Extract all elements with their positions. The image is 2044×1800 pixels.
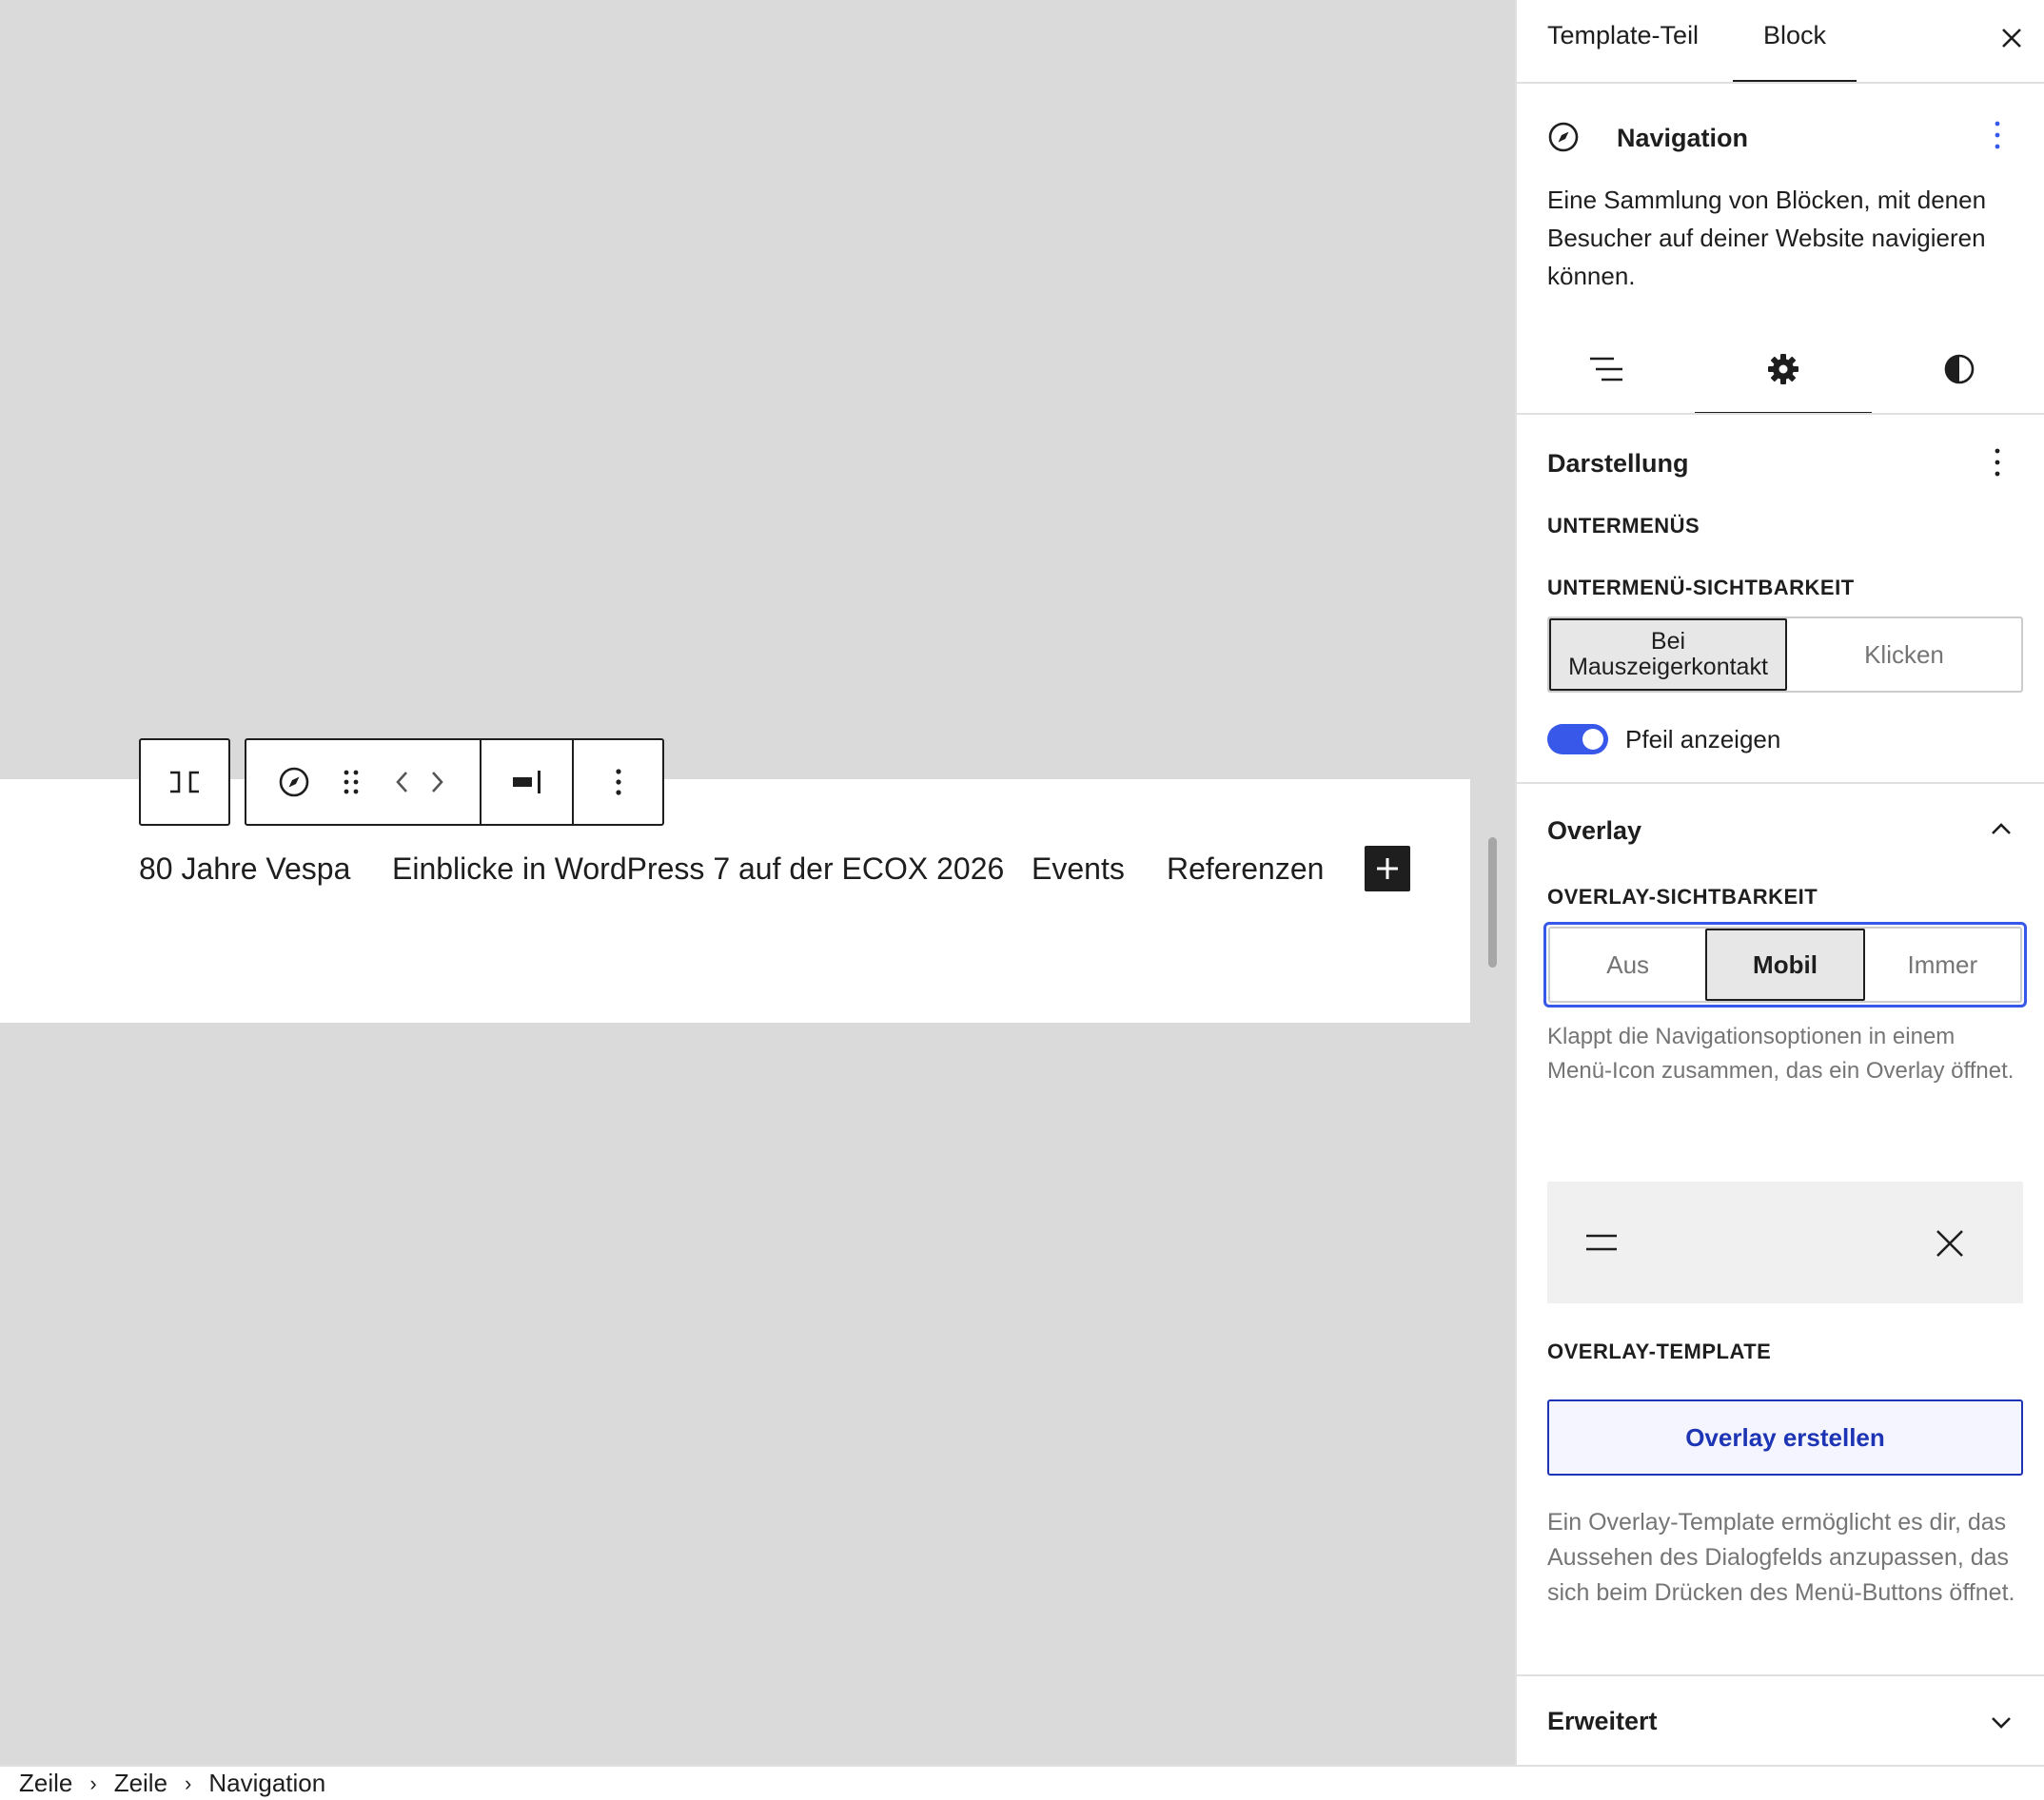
editor-canvas: 80 Jahre Vespa Einblicke in WordPress 7 … xyxy=(0,0,1515,1765)
divider xyxy=(1517,1674,2044,1676)
tab-block[interactable]: Block xyxy=(1763,21,1826,50)
tab-list-view[interactable] xyxy=(1517,325,1695,413)
plus-icon xyxy=(1377,858,1398,879)
drag-handle[interactable] xyxy=(342,740,361,824)
nav-link-80-jahre-vespa[interactable]: 80 Jahre Vespa xyxy=(139,850,350,888)
submenu-visibility-control: Bei Mauszeigerkontakt Klicken xyxy=(1547,616,2023,693)
menu-open-icon xyxy=(1586,1234,1617,1251)
overlay-collapse-button[interactable] xyxy=(1987,814,2015,843)
chevron-right-icon: › xyxy=(89,1771,97,1795)
nav-link-events[interactable]: Events xyxy=(1032,850,1125,888)
overlay-visibility-control: Aus Mobil Immer xyxy=(1548,927,2022,1003)
darstellung-options-button[interactable] xyxy=(1983,443,2012,481)
justify-button[interactable] xyxy=(479,740,573,824)
block-toolbar-parent xyxy=(139,738,230,826)
divider xyxy=(1517,782,2044,784)
chevron-right-icon: › xyxy=(185,1771,192,1795)
overlay-visibility-heading: OVERLAY-SICHTBARKEIT xyxy=(1547,885,1818,909)
settings-sidebar: Template-Teil Block Navigation Eine Samm… xyxy=(1515,0,2044,1765)
block-type-button[interactable] xyxy=(246,740,342,824)
navigation-compass-icon xyxy=(279,767,309,797)
block-card-options-button[interactable] xyxy=(1983,118,2012,152)
more-options-button[interactable] xyxy=(572,740,662,824)
overlay-option-mobile[interactable]: Mobil xyxy=(1705,929,1865,1001)
toggle-knob xyxy=(1582,729,1603,750)
darstellung-title: Darstellung xyxy=(1547,449,1689,478)
justify-icon xyxy=(512,771,540,793)
overlay-preview xyxy=(1547,1182,2023,1303)
select-parent-button[interactable] xyxy=(141,740,228,824)
untermenus-heading: UNTERMENÜS xyxy=(1547,514,1700,538)
breadcrumb-item[interactable]: Zeile xyxy=(114,1769,167,1798)
overlay-option-always[interactable]: Immer xyxy=(1865,929,2020,1001)
breadcrumb-item-current: Navigation xyxy=(208,1769,326,1797)
overlay-option-off[interactable]: Aus xyxy=(1550,929,1705,1001)
overlay-panel-title[interactable]: Overlay xyxy=(1547,816,1641,846)
chevron-down-icon xyxy=(1992,1717,2011,1729)
nav-link-referenzen[interactable]: Referenzen xyxy=(1167,850,1324,888)
parent-block-icon xyxy=(170,771,199,793)
move-buttons[interactable] xyxy=(361,740,480,824)
block-breadcrumb: Zeile › Zeile › Navigation xyxy=(0,1765,2044,1800)
block-toolbar xyxy=(245,738,664,826)
overlay-template-help: Ein Overlay-Template ermöglicht es dir, … xyxy=(1547,1509,2015,1606)
close-sidebar-button[interactable] xyxy=(1995,21,2029,55)
tab-settings[interactable] xyxy=(1695,325,1872,413)
styles-contrast-icon xyxy=(1944,354,1974,384)
nav-link-einblicke[interactable]: Einblicke in WordPress 7 auf der ECOX 20… xyxy=(392,850,1004,888)
add-block-button[interactable] xyxy=(1365,846,1410,891)
submenu-option-hover[interactable]: Bei Mauszeigerkontakt xyxy=(1549,618,1787,691)
move-arrows-icon xyxy=(396,772,443,792)
show-arrow-toggle[interactable] xyxy=(1547,724,1608,754)
tab-styles[interactable] xyxy=(1872,325,2044,413)
advanced-panel-title[interactable]: Erweitert xyxy=(1547,1707,1658,1736)
divider xyxy=(1517,413,2044,415)
block-title: Navigation xyxy=(1617,124,1749,152)
more-options-icon xyxy=(1995,121,2000,149)
more-options-icon xyxy=(1995,448,2000,477)
tab-template-part[interactable]: Template-Teil xyxy=(1547,21,1699,50)
list-view-icon xyxy=(1589,357,1622,382)
gear-icon xyxy=(1768,354,1798,384)
canvas-scrollbar[interactable] xyxy=(1488,837,1497,968)
show-arrow-label: Pfeil anzeigen xyxy=(1625,725,1781,753)
block-description: Eine Sammlung von Blöcken, mit denen Bes… xyxy=(1547,186,1987,290)
more-options-icon xyxy=(616,769,621,795)
create-overlay-button[interactable]: Overlay erstellen xyxy=(1547,1399,2023,1476)
divider xyxy=(1517,82,2044,84)
chevron-up-icon xyxy=(1992,823,2011,834)
overlay-template-heading: OVERLAY-TEMPLATE xyxy=(1547,1340,1772,1363)
breadcrumb-item[interactable]: Zeile xyxy=(19,1769,72,1798)
submenu-option-click[interactable]: Klicken xyxy=(1787,618,2021,691)
submenu-visibility-heading: UNTERMENÜ-SICHTBARKEIT xyxy=(1547,576,1855,599)
close-icon xyxy=(2002,29,2021,48)
drag-handle-icon xyxy=(344,770,358,794)
advanced-expand-button[interactable] xyxy=(1987,1709,2015,1737)
navigation-compass-icon xyxy=(1548,122,1579,152)
close-icon xyxy=(1936,1230,1963,1257)
overlay-visibility-help: Klappt die Navigationsoptionen in einem … xyxy=(1547,1024,2015,1084)
